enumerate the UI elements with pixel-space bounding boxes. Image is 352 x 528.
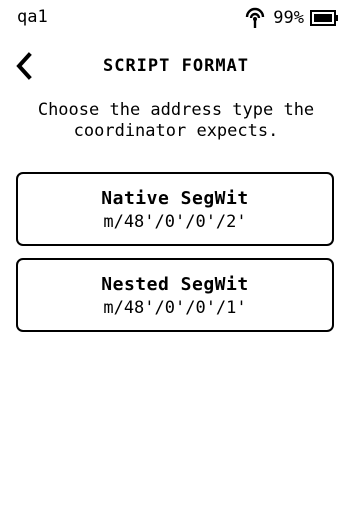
back-button[interactable] (10, 50, 40, 82)
chevron-left-icon (16, 52, 32, 80)
device-name: qa1 (17, 7, 48, 27)
option-title: Nested SegWit (101, 274, 249, 295)
nested-segwit-option[interactable]: Nested SegWit m/48'/0'/0'/1' (16, 258, 334, 332)
nfc-icon (243, 7, 267, 29)
page-title: SCRIPT FORMAT (102, 56, 250, 76)
native-segwit-option[interactable]: Native SegWit m/48'/0'/0'/2' (16, 172, 334, 246)
battery-percent: 99% (273, 8, 304, 28)
status-indicators: 99% (243, 7, 340, 29)
battery-icon (310, 9, 340, 27)
status-bar: qa1 99% (0, 0, 352, 36)
instruction-line-2: coordinator expects. (73, 121, 279, 141)
instruction-text: Choose the address type the coordinator … (16, 100, 336, 142)
header: SCRIPT FORMAT (0, 48, 352, 84)
option-derivation-path: m/48'/0'/0'/2' (103, 212, 247, 232)
instruction-line-1: Choose the address type the (37, 100, 315, 120)
option-derivation-path: m/48'/0'/0'/1' (103, 298, 247, 318)
option-title: Native SegWit (101, 188, 249, 209)
